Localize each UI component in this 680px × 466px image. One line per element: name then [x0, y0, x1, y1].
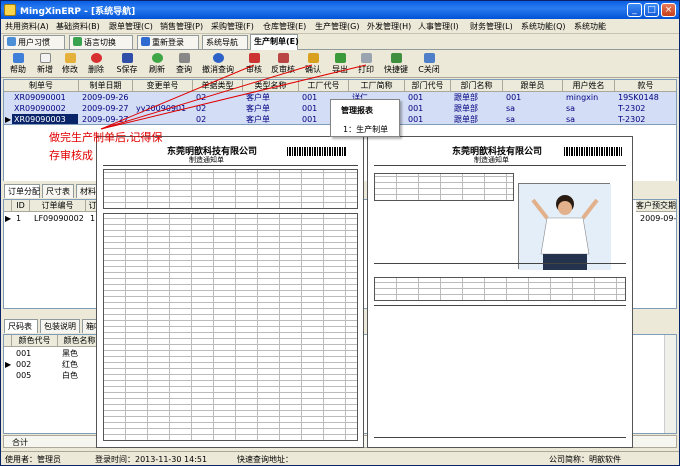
erp-window: MingXinERP - [系统导航] _ □ × 共用资料(A) 基础资料(B… [0, 0, 680, 466]
annotation-arrows [100, 64, 367, 130]
arrow-to-confirm [100, 64, 313, 130]
arrow-to-approve [100, 64, 255, 130]
arrow-to-print [100, 64, 367, 130]
